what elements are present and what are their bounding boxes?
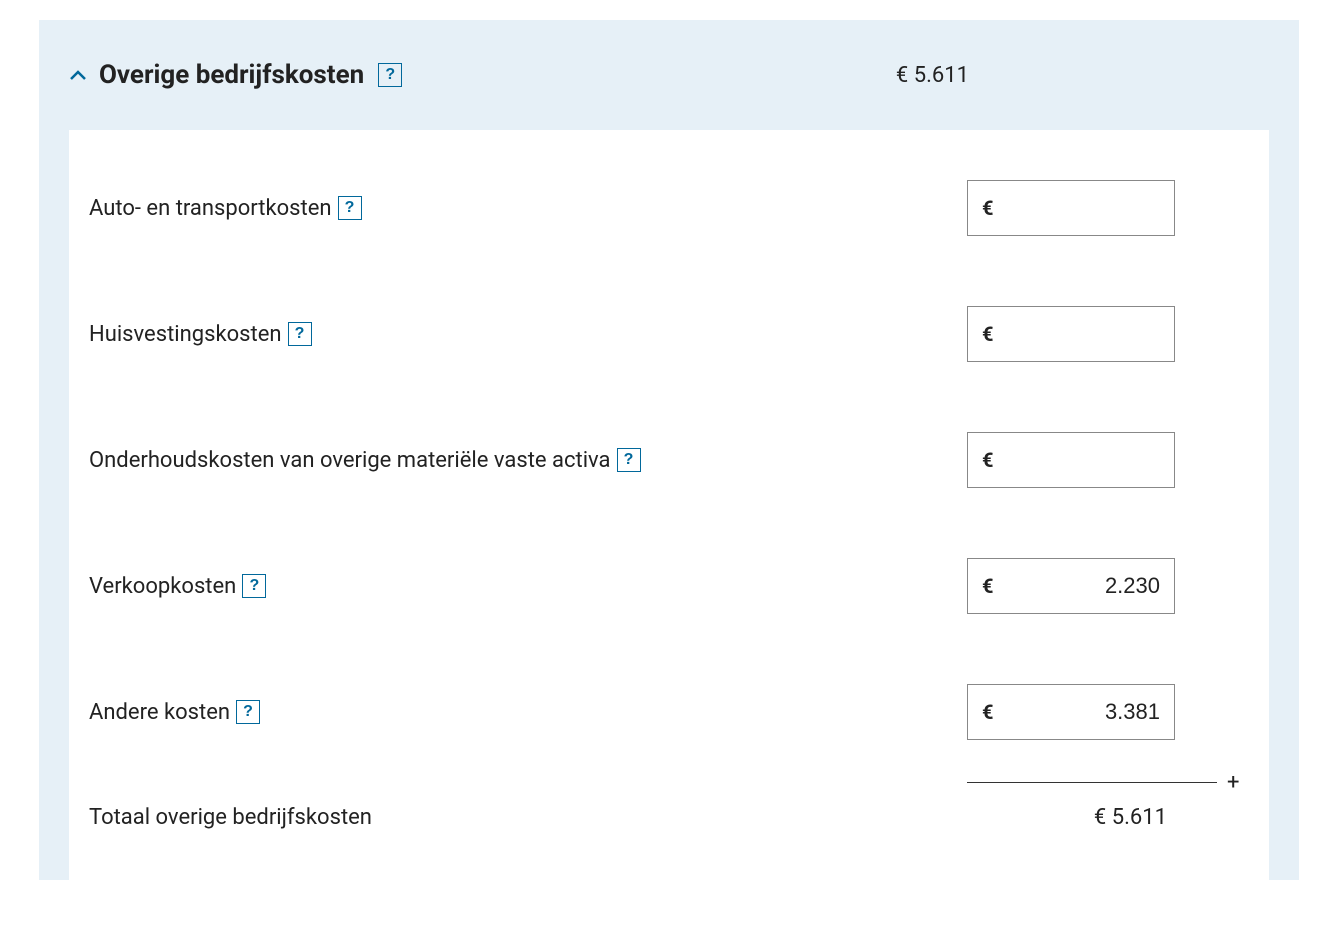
total-label: Totaal overige bedrijfskosten (89, 805, 967, 830)
label-wrap: Verkoopkosten ? (89, 574, 967, 599)
form-row-huisvesting: Huisvestingskosten ? € (89, 306, 1239, 362)
input-wrap: € (967, 558, 1175, 614)
form-label: Andere kosten (89, 700, 230, 725)
help-icon[interactable]: ? (338, 196, 362, 220)
amount-input[interactable] (993, 699, 1160, 725)
panel-title: Overige bedrijfskosten (99, 60, 364, 90)
form-label: Onderhoudskosten van overige materiële v… (89, 448, 611, 473)
amount-input[interactable] (993, 447, 1160, 473)
euro-symbol: € (982, 574, 993, 598)
label-wrap: Onderhoudskosten van overige materiële v… (89, 448, 967, 473)
form-label: Auto- en transportkosten (89, 196, 332, 221)
input-wrap: € (967, 432, 1175, 488)
panel-header[interactable]: Overige bedrijfskosten ? € 5.611 (39, 20, 1299, 130)
euro-symbol: € (982, 322, 993, 346)
label-wrap: Huisvestingskosten ? (89, 322, 967, 347)
label-wrap: Andere kosten ? (89, 700, 967, 725)
input-col: € (967, 684, 1217, 740)
input-wrap: € (967, 180, 1175, 236)
label-wrap: Auto- en transportkosten ? (89, 196, 967, 221)
help-icon[interactable]: ? (242, 574, 266, 598)
input-col: € (967, 306, 1217, 362)
help-icon[interactable]: ? (288, 322, 312, 346)
chevron-up-icon (69, 64, 87, 86)
amount-input[interactable] (993, 195, 1160, 221)
input-col: € (967, 180, 1217, 236)
form-row-andere: Andere kosten ? € (89, 684, 1239, 740)
form-row-auto-transport: Auto- en transportkosten ? € (89, 180, 1239, 236)
panel-body: Auto- en transportkosten ? € Huisvesting… (69, 130, 1269, 880)
input-col: € (967, 432, 1217, 488)
panel-header-amount: € 5.611 (896, 63, 1269, 88)
amount-input[interactable] (993, 321, 1160, 347)
euro-symbol: € (982, 700, 993, 724)
collapsible-panel: Overige bedrijfskosten ? € 5.611 Auto- e… (39, 20, 1299, 880)
sum-line (967, 782, 1217, 783)
form-row-onderhoud: Onderhoudskosten van overige materiële v… (89, 432, 1239, 488)
total-row: Totaal overige bedrijfskosten € 5.611 (89, 805, 1239, 830)
help-icon[interactable]: ? (617, 448, 641, 472)
input-wrap: € (967, 306, 1175, 362)
form-label: Verkoopkosten (89, 574, 236, 599)
form-row-verkoop: Verkoopkosten ? € (89, 558, 1239, 614)
sum-line-row: + (89, 770, 1239, 795)
input-wrap: € (967, 684, 1175, 740)
help-icon[interactable]: ? (378, 63, 402, 87)
form-label: Huisvestingskosten (89, 322, 282, 347)
euro-symbol: € (982, 196, 993, 220)
total-amount: € 5.611 (967, 805, 1217, 830)
euro-symbol: € (982, 448, 993, 472)
help-icon[interactable]: ? (236, 700, 260, 724)
plus-icon: + (1227, 770, 1239, 795)
input-col: € (967, 558, 1217, 614)
amount-input[interactable] (993, 573, 1160, 599)
